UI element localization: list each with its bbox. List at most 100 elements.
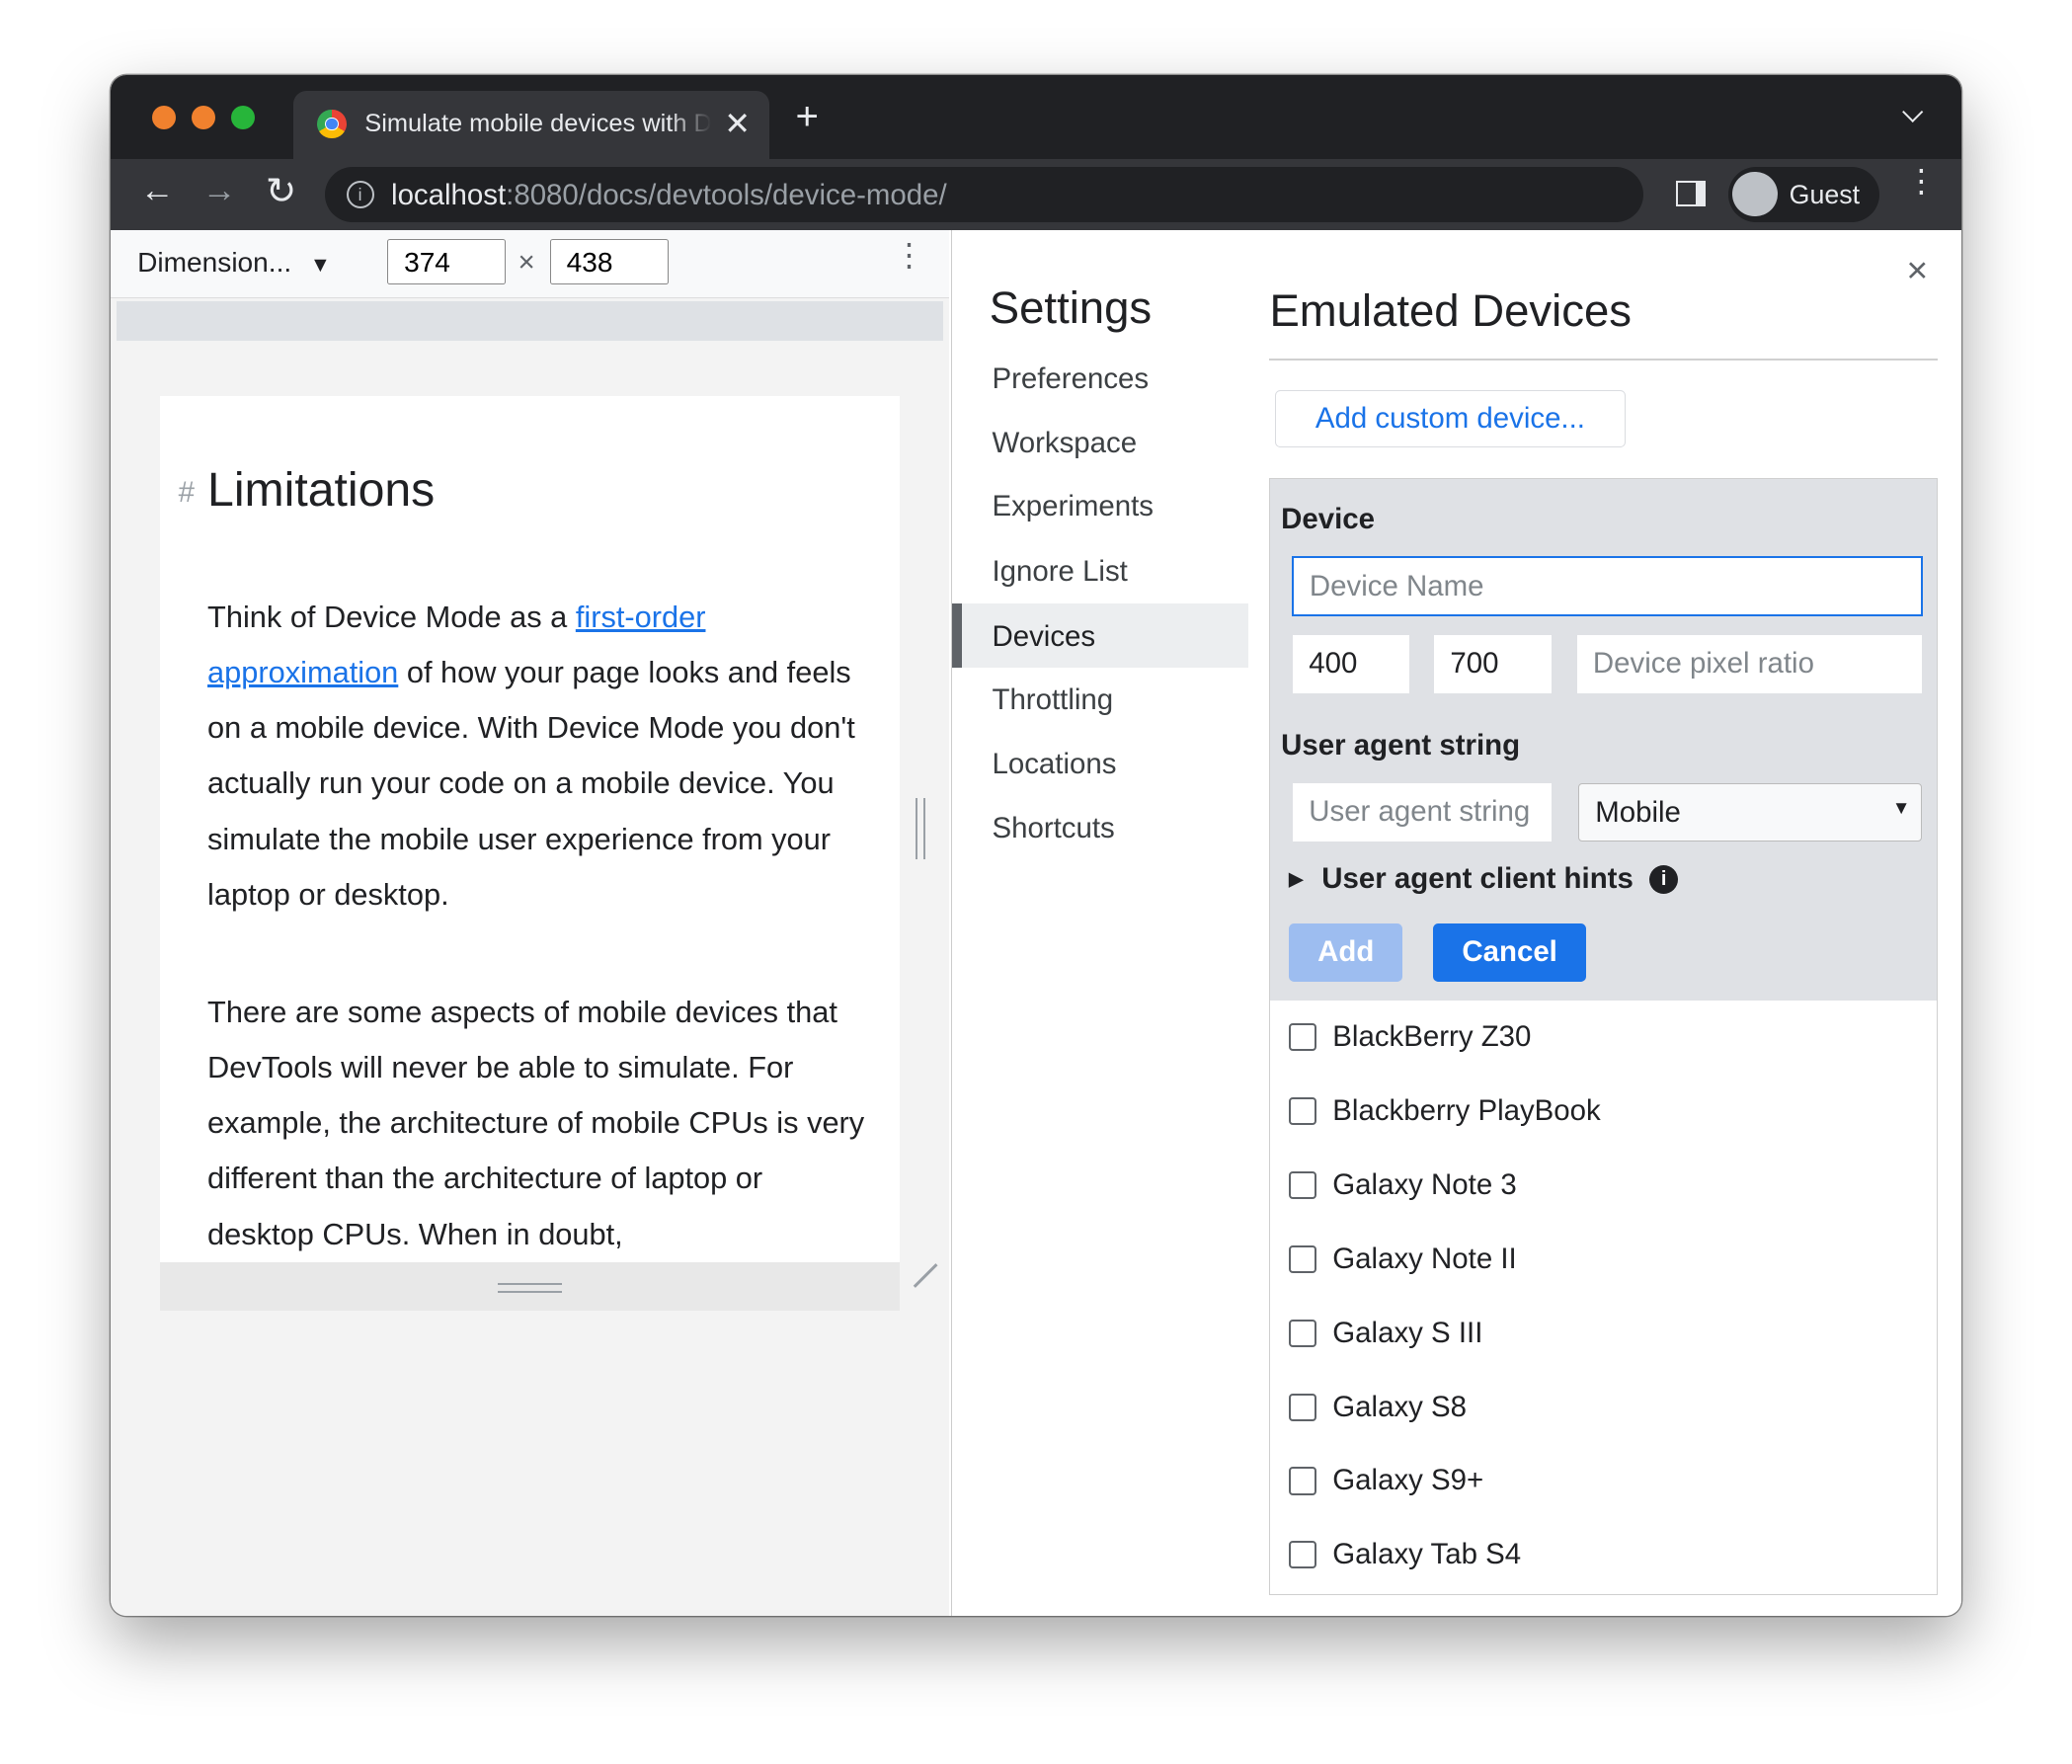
checkbox[interactable] [1289, 1319, 1317, 1347]
title-divider [1269, 358, 1939, 361]
close-window-button[interactable] [151, 106, 176, 130]
close-settings-icon[interactable]: × [1906, 249, 1928, 291]
new-device-form: Device Device Name 400 700 Device pixel … [1269, 478, 1938, 1001]
url-text: localhost:8080/docs/devtools/device-mode… [391, 179, 947, 212]
ua-type-value: Mobile [1595, 796, 1681, 830]
user-agent-label: User agent string [1281, 729, 1521, 762]
device-name: Blackberry PlayBook [1332, 1093, 1601, 1127]
checkbox[interactable] [1289, 1096, 1317, 1125]
drag-grip-icon [498, 1283, 562, 1293]
dimension-separator: × [518, 245, 535, 279]
select-arrow-icon: ▼ [1891, 797, 1911, 819]
resize-corner-icon[interactable] [913, 1262, 937, 1288]
menu-workspace[interactable]: Workspace [992, 427, 1137, 460]
device-name: BlackBerry Z30 [1332, 1019, 1532, 1053]
device-name: Galaxy Note 3 [1332, 1167, 1517, 1201]
back-icon[interactable]: ← [140, 172, 175, 210]
checkbox[interactable] [1289, 1393, 1317, 1421]
menu-throttling[interactable]: Throttling [992, 683, 1113, 717]
width-input[interactable]: 374 [387, 239, 507, 284]
client-hints-label: User agent client hints [1321, 862, 1634, 896]
url-host: localhost [391, 178, 507, 211]
checkbox[interactable] [1289, 1467, 1317, 1495]
url-path: :8080/docs/devtools/device-mode/ [506, 178, 947, 211]
device-toolbar: Dimension... ▼ 374 × 438 ⋮ [111, 229, 949, 299]
user-agent-type-select[interactable]: Mobile ▼ [1578, 783, 1923, 842]
checkbox[interactable] [1289, 1022, 1317, 1051]
menu-ignore-list[interactable]: Ignore List [992, 555, 1127, 589]
height-input[interactable]: 438 [549, 239, 669, 284]
client-hints-toggle[interactable]: ▶ User agent client hints i [1289, 862, 1679, 896]
device-width-input[interactable]: 400 [1293, 635, 1409, 694]
device-item[interactable]: Galaxy Tab S4 [1289, 1538, 1521, 1571]
new-tab-icon[interactable]: + [795, 96, 818, 136]
settings-title: Settings [989, 282, 1153, 334]
device-name-placeholder: Device Name [1309, 569, 1484, 602]
checkbox[interactable] [1289, 1244, 1317, 1273]
resize-handle-right[interactable] [916, 798, 925, 859]
paragraph-1: Think of Device Mode as a first-order ap… [207, 590, 868, 922]
checkbox[interactable] [1289, 1170, 1317, 1199]
checkbox[interactable] [1289, 1541, 1317, 1569]
emulated-page: # Limitations Think of Device Mode as a … [159, 396, 901, 1262]
device-name-input[interactable]: Device Name [1291, 555, 1924, 617]
device-height-input[interactable]: 700 [1434, 635, 1553, 694]
profile-button[interactable]: Guest [1728, 166, 1879, 222]
menu-preferences[interactable]: Preferences [992, 362, 1149, 396]
chrome-favicon-icon [317, 110, 347, 139]
device-name: Galaxy Note II [1332, 1242, 1517, 1275]
ua-placeholder: User agent string [1309, 795, 1531, 829]
tab-search-chevron-icon[interactable] [1902, 101, 1924, 123]
device-item[interactable]: Galaxy Note 3 [1289, 1168, 1517, 1202]
paragraph-2: There are some aspects of mobile devices… [207, 994, 865, 1251]
device-label: Device [1281, 503, 1376, 536]
device-item[interactable]: Blackberry PlayBook [1289, 1094, 1601, 1128]
more-options-icon[interactable]: ⋮ [893, 238, 924, 270]
menu-shortcuts[interactable]: Shortcuts [992, 812, 1114, 845]
browser-menu-icon[interactable]: ⋮ [1905, 165, 1937, 197]
user-agent-input[interactable]: User agent string [1293, 783, 1553, 842]
device-preset-dropdown[interactable]: Dimension... ▼ [137, 247, 331, 279]
device-name: Galaxy S III [1332, 1316, 1483, 1349]
menu-locations[interactable]: Locations [992, 748, 1116, 781]
device-name: Galaxy S8 [1332, 1390, 1468, 1423]
device-preset-label: Dimension... [137, 247, 292, 279]
forward-icon[interactable]: → [202, 172, 237, 210]
device-item[interactable]: BlackBerry Z30 [1289, 1020, 1531, 1054]
heading-anchor: # [178, 475, 195, 509]
address-bar[interactable]: i localhost:8080/docs/devtools/device-mo… [325, 166, 1644, 222]
side-panel-icon[interactable] [1675, 181, 1707, 206]
close-tab-icon[interactable]: ✕ [724, 105, 751, 142]
resize-handle-bottom[interactable] [159, 1261, 901, 1312]
expand-triangle-icon: ▶ [1289, 868, 1304, 890]
device-pixel-ratio-input[interactable]: Device pixel ratio [1576, 635, 1923, 694]
device-item[interactable]: Galaxy S8 [1289, 1391, 1467, 1424]
site-info-icon[interactable]: i [346, 181, 374, 209]
device-item[interactable]: Galaxy Note II [1289, 1243, 1517, 1276]
tab-active[interactable]: Simulate mobile devices with Device Mode… [293, 91, 769, 159]
page-heading: Limitations [207, 463, 436, 518]
device-name: Galaxy Tab S4 [1332, 1538, 1522, 1571]
add-button[interactable]: Add [1289, 922, 1403, 982]
info-icon[interactable]: i [1648, 864, 1679, 895]
device-mode-pane: Dimension... ▼ 374 × 438 ⋮ # Limitations… [111, 229, 949, 1617]
add-custom-device-button[interactable]: Add custom device... [1274, 389, 1627, 447]
media-query-ruler [116, 301, 944, 342]
devices-title: Emulated Devices [1269, 284, 1633, 336]
minimize-window-button[interactable] [192, 106, 216, 130]
cancel-button[interactable]: Cancel [1433, 922, 1587, 982]
device-item[interactable]: Galaxy S9+ [1289, 1464, 1483, 1497]
p1-text: Think of Device Mode as a [207, 599, 576, 634]
maximize-window-button[interactable] [231, 106, 256, 130]
device-list: BlackBerry Z30 Blackberry PlayBook Galax… [1269, 999, 1938, 1595]
tab-strip: Simulate mobile devices with Device Mode… [111, 75, 1961, 159]
menu-devices[interactable]: Devices [992, 620, 1095, 654]
settings-panel: × Settings Preferences Workspace Experim… [951, 229, 1961, 1617]
p1-text-rest: of how your page looks and feels on a mo… [207, 654, 855, 912]
menu-experiments[interactable]: Experiments [992, 490, 1154, 523]
screenshot-stage: Simulate mobile devices with Device Mode… [0, 0, 2072, 1764]
device-item[interactable]: Galaxy S III [1289, 1317, 1482, 1350]
avatar-icon [1732, 171, 1778, 217]
reload-icon[interactable]: ↻ [266, 169, 296, 212]
dpr-placeholder: Device pixel ratio [1592, 647, 1814, 681]
